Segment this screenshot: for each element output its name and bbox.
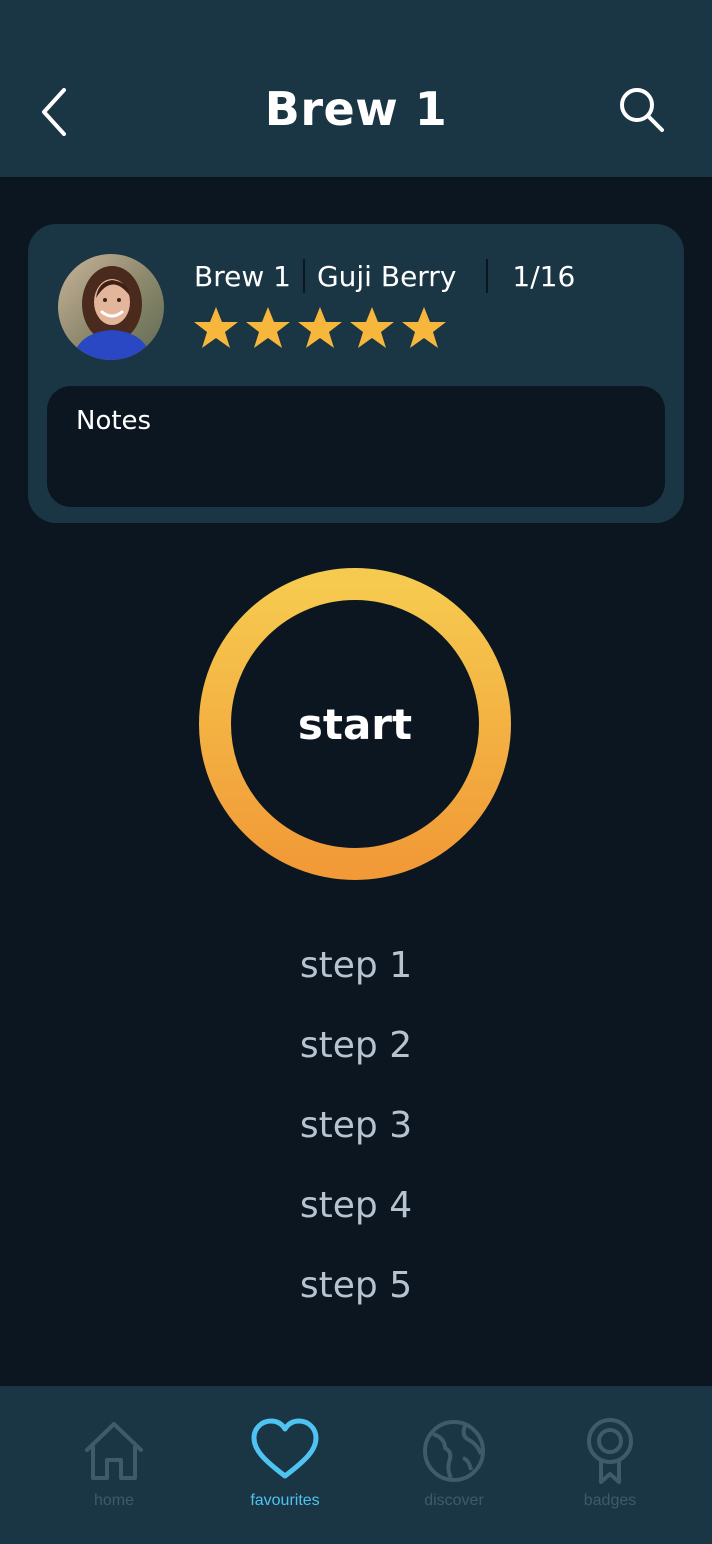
- divider: [302, 259, 305, 293]
- star-icon[interactable]: [400, 304, 448, 352]
- home-icon: [85, 1422, 143, 1480]
- search-button[interactable]: [612, 80, 674, 140]
- notes-field[interactable]: Notes: [47, 386, 665, 507]
- heart-icon: [251, 1418, 319, 1479]
- bean-name: Guji Berry: [316, 259, 457, 293]
- nav-home[interactable]: home: [44, 1416, 184, 1516]
- globe-icon: [423, 1420, 485, 1482]
- nav-badges[interactable]: badges: [540, 1416, 680, 1516]
- badge-icon: [587, 1418, 633, 1484]
- start-button[interactable]: start: [199, 568, 511, 880]
- step-item[interactable]: step 5: [0, 1258, 712, 1338]
- star-icon[interactable]: [348, 304, 396, 352]
- star-icon[interactable]: [296, 304, 344, 352]
- avatar[interactable]: [58, 254, 164, 360]
- star-icon[interactable]: [192, 304, 240, 352]
- brew-card: Brew 1 Guji Berry 1/16 Notes: [28, 224, 684, 523]
- top-bar: Brew 1: [0, 0, 712, 177]
- nav-label-favourites: favourites: [250, 1492, 320, 1509]
- nav-favourites[interactable]: favourites: [215, 1416, 355, 1516]
- brew-meta: Brew 1 Guji Berry 1/16: [194, 256, 575, 296]
- bottom-nav: home favourites discover badges: [0, 1386, 712, 1544]
- step-item[interactable]: step 2: [0, 1018, 712, 1098]
- nav-label-badges: badges: [583, 1492, 637, 1509]
- notes-placeholder: Notes: [76, 406, 152, 436]
- search-icon: [620, 88, 664, 132]
- page-title: Brew 1: [264, 82, 448, 136]
- nav-label-discover: discover: [424, 1492, 484, 1509]
- step-item[interactable]: step 4: [0, 1178, 712, 1258]
- brew-name: Brew 1: [194, 259, 291, 293]
- divider: [486, 259, 489, 293]
- star-rating[interactable]: [192, 304, 448, 352]
- nav-discover[interactable]: discover: [384, 1416, 524, 1516]
- star-icon[interactable]: [244, 304, 292, 352]
- nav-label-home: home: [93, 1492, 135, 1509]
- step-item[interactable]: step 1: [0, 938, 712, 1018]
- steps-list: step 1 step 2 step 3 step 4 step 5: [0, 938, 712, 1338]
- step-item[interactable]: step 3: [0, 1098, 712, 1178]
- avatar-image: [58, 254, 164, 360]
- brew-screen: Brew 1 Brew 1 Guji Berry 1/16 Notes star…: [0, 0, 712, 1544]
- brew-progress: 1/16: [512, 259, 576, 293]
- start-label: start: [297, 699, 413, 749]
